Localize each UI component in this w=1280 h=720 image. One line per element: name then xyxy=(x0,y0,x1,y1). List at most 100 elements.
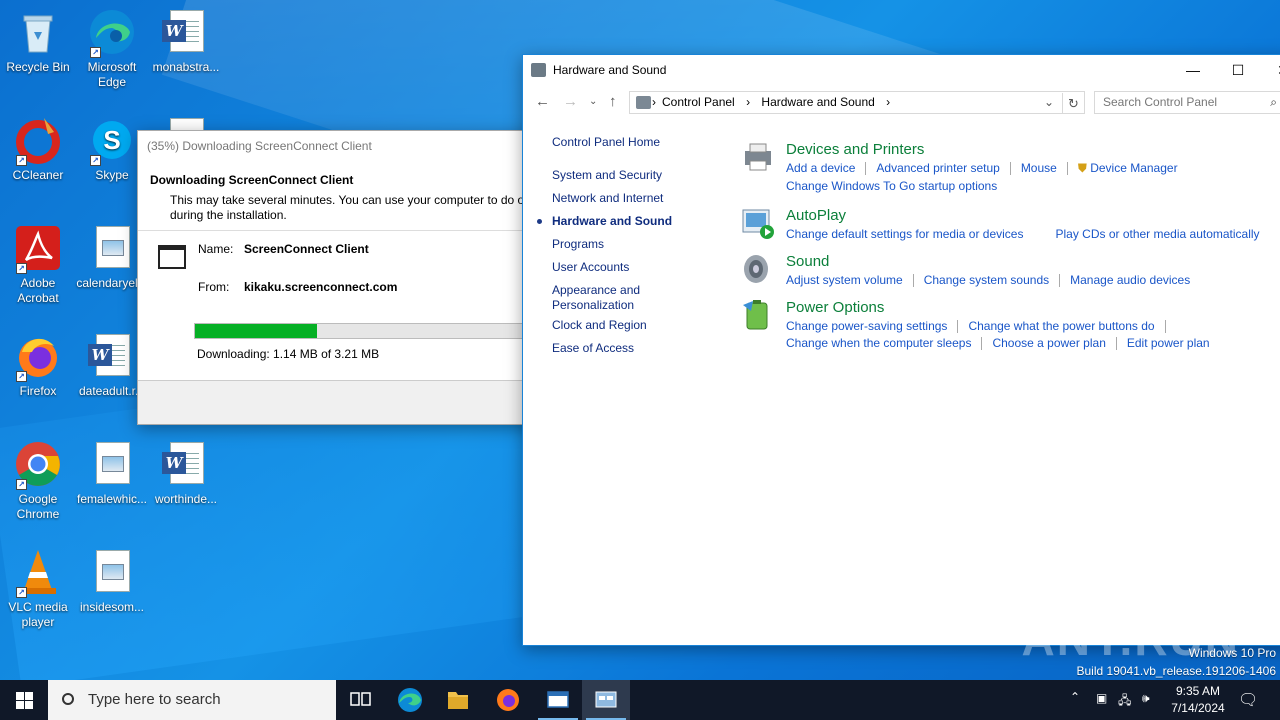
links-row: Change default settings for media or dev… xyxy=(786,227,1260,241)
printer-icon xyxy=(741,141,775,173)
window-title: Hardware and Sound xyxy=(553,63,667,77)
from-field: From: kikaku.screenconnect.com xyxy=(198,280,398,294)
word-document-icon: W xyxy=(88,332,136,380)
shortcut-arrow-icon: ↗ xyxy=(16,479,27,490)
desktop-icon-firefox[interactable]: ↗ Firefox xyxy=(0,332,76,399)
sidebar-item-clock-region[interactable]: Clock and Region xyxy=(552,318,722,333)
control-panel-icon xyxy=(531,63,546,77)
sidebar-item-hardware-sound[interactable]: Hardware and Sound xyxy=(537,214,722,229)
desktop-icon-ccleaner[interactable]: ↗ CCleaner xyxy=(0,116,76,183)
link-change-system-sounds[interactable]: Change system sounds xyxy=(924,273,1049,287)
taskbar-download-dialog[interactable] xyxy=(534,680,582,720)
shortcut-arrow-icon: ↗ xyxy=(16,587,27,598)
search-icon xyxy=(62,693,74,705)
category-title[interactable]: Power Options xyxy=(786,299,884,316)
sidebar-item-appearance[interactable]: Appearance and Personalization xyxy=(552,283,662,313)
skype-icon: S ↗ xyxy=(88,116,136,166)
links-row: Adjust system volume Change system sounds… xyxy=(786,273,1190,288)
sidebar-item-programs[interactable]: Programs xyxy=(552,237,722,252)
maximize-button[interactable]: ☐ xyxy=(1215,55,1261,85)
speaker-icon xyxy=(741,253,775,285)
breadcrumb-hardware-and-sound[interactable]: Hardware and Sound xyxy=(761,95,874,109)
desktop-icon-adobe-acrobat[interactable]: ↗ Adobe Acrobat xyxy=(0,224,76,306)
svg-text:S: S xyxy=(103,125,120,155)
desktop-icon-google-chrome[interactable]: ↗ Google Chrome xyxy=(0,440,76,522)
close-button[interactable]: ✕ xyxy=(1260,55,1280,85)
breadcrumb-chevron-icon: › xyxy=(746,95,751,109)
image-file-icon xyxy=(88,548,136,596)
category-title[interactable]: Sound xyxy=(786,253,829,270)
taskbar-firefox-icon[interactable] xyxy=(484,680,532,720)
desktop-icon-insidesom[interactable]: insidesom... xyxy=(74,548,150,615)
breadcrumb-chevron-icon: › xyxy=(652,95,656,109)
search-input[interactable]: Search Control Panel ⌕ xyxy=(1094,91,1280,114)
link-power-buttons[interactable]: Change what the power buttons do xyxy=(968,319,1154,333)
sidebar-item-user-accounts[interactable]: User Accounts xyxy=(552,260,722,275)
desktop-icon-monabstra[interactable]: W monabstra... xyxy=(148,8,224,75)
links-row: Change when the computer sleeps Choose a … xyxy=(786,336,1210,351)
link-edit-power-plan[interactable]: Edit power plan xyxy=(1127,336,1210,350)
sidebar: Control Panel Home System and Security N… xyxy=(537,135,722,356)
category-title[interactable]: AutoPlay xyxy=(786,207,846,224)
acrobat-icon: ↗ xyxy=(14,224,62,274)
show-hidden-icons-chevron[interactable]: ⌃ xyxy=(1070,690,1080,720)
shortcut-arrow-icon: ↗ xyxy=(16,155,27,166)
desktop-icon-microsoft-edge[interactable]: ↗ Microsoft Edge xyxy=(74,8,150,90)
address-dropdown-icon[interactable]: ⌄ xyxy=(1044,92,1054,113)
ccleaner-icon: ↗ xyxy=(14,116,62,166)
link-computer-sleeps[interactable]: Change when the computer sleeps xyxy=(786,336,971,350)
desktop-icon-recycle-bin[interactable]: Recycle Bin xyxy=(0,8,76,75)
dialog-body: Name: ScreenConnect Client From: kikaku.… xyxy=(138,231,544,381)
link-play-cds[interactable]: Play CDs or other media automatically xyxy=(1055,227,1259,241)
control-panel-window[interactable]: Hardware and Sound — ☐ ✕ ← → ⌄ ↑ › Contr… xyxy=(522,54,1280,646)
address-bar[interactable]: › Control Panel › Hardware and Sound › ⌄… xyxy=(629,91,1085,114)
desktop-icon-femalewhic[interactable]: femalewhic... xyxy=(74,440,150,507)
link-device-manager[interactable]: Device Manager xyxy=(1090,161,1177,175)
link-advanced-printer-setup[interactable]: Advanced printer setup xyxy=(876,161,999,175)
forward-arrow-icon[interactable]: → xyxy=(563,92,578,112)
download-dialog[interactable]: (35%) Downloading ScreenConnect Client D… xyxy=(137,130,544,425)
taskbar-search-input[interactable]: Type here to search xyxy=(48,680,336,720)
system-clock[interactable]: 9:35 AM 7/14/2024 xyxy=(1158,683,1238,717)
link-add-device[interactable]: Add a device xyxy=(786,161,855,175)
refresh-icon[interactable]: ↻ xyxy=(1062,93,1084,114)
vlc-cone-icon: ↗ xyxy=(14,548,62,598)
category-title[interactable]: Devices and Printers xyxy=(786,141,924,158)
link-change-default-media[interactable]: Change default settings for media or dev… xyxy=(786,227,1023,241)
start-button[interactable] xyxy=(0,680,48,720)
notification-icon[interactable]: 🗨 xyxy=(1238,690,1258,720)
volume-icon[interactable]: 🕪 xyxy=(1142,691,1150,720)
word-document-icon: W xyxy=(162,8,210,56)
title-bar[interactable]: Hardware and Sound — ☐ ✕ xyxy=(523,55,1280,85)
breadcrumb-chevron-icon: › xyxy=(886,95,891,109)
link-choose-power-plan[interactable]: Choose a power plan xyxy=(992,336,1105,350)
link-power-saving[interactable]: Change power-saving settings xyxy=(786,319,947,333)
sidebar-item-network[interactable]: Network and Internet xyxy=(552,191,722,206)
sidebar-item-ease-of-access[interactable]: Ease of Access xyxy=(552,341,722,356)
download-status: Downloading: 1.14 MB of 3.21 MB xyxy=(197,347,380,361)
task-view-button[interactable] xyxy=(336,680,384,720)
windows-edition: Windows 10 Pro xyxy=(1188,646,1276,660)
recent-chevron-down-icon[interactable]: ⌄ xyxy=(589,92,597,112)
sidebar-control-panel-home[interactable]: Control Panel Home xyxy=(552,135,722,150)
breadcrumb-control-panel[interactable]: Control Panel xyxy=(662,95,735,109)
link-windows-to-go[interactable]: Change Windows To Go startup options xyxy=(786,179,997,193)
device-icon[interactable]: ▣ xyxy=(1096,691,1107,720)
sidebar-item-system-security[interactable]: System and Security xyxy=(552,168,722,183)
link-manage-audio-devices[interactable]: Manage audio devices xyxy=(1070,273,1190,287)
desktop-icon-worthinde[interactable]: W worthinde... xyxy=(148,440,224,507)
taskbar-edge-icon[interactable] xyxy=(386,680,434,720)
network-icon[interactable]: 🖧 xyxy=(1118,691,1131,720)
search-icon: ⌕ xyxy=(1270,95,1277,109)
taskbar-control-panel[interactable] xyxy=(582,680,630,720)
image-file-icon xyxy=(88,224,136,272)
link-mouse[interactable]: Mouse xyxy=(1021,161,1057,175)
file-explorer-icon[interactable] xyxy=(434,680,482,720)
back-arrow-icon[interactable]: ← xyxy=(535,92,550,112)
minimize-button[interactable]: — xyxy=(1170,55,1216,85)
up-arrow-icon[interactable]: ↑ xyxy=(609,92,617,112)
link-adjust-volume[interactable]: Adjust system volume xyxy=(786,273,903,287)
desktop-icon-vlc[interactable]: ↗ VLC media player xyxy=(0,548,76,630)
shortcut-arrow-icon: ↗ xyxy=(16,263,27,274)
dialog-header: Downloading ScreenConnect Client This ma… xyxy=(138,161,536,231)
